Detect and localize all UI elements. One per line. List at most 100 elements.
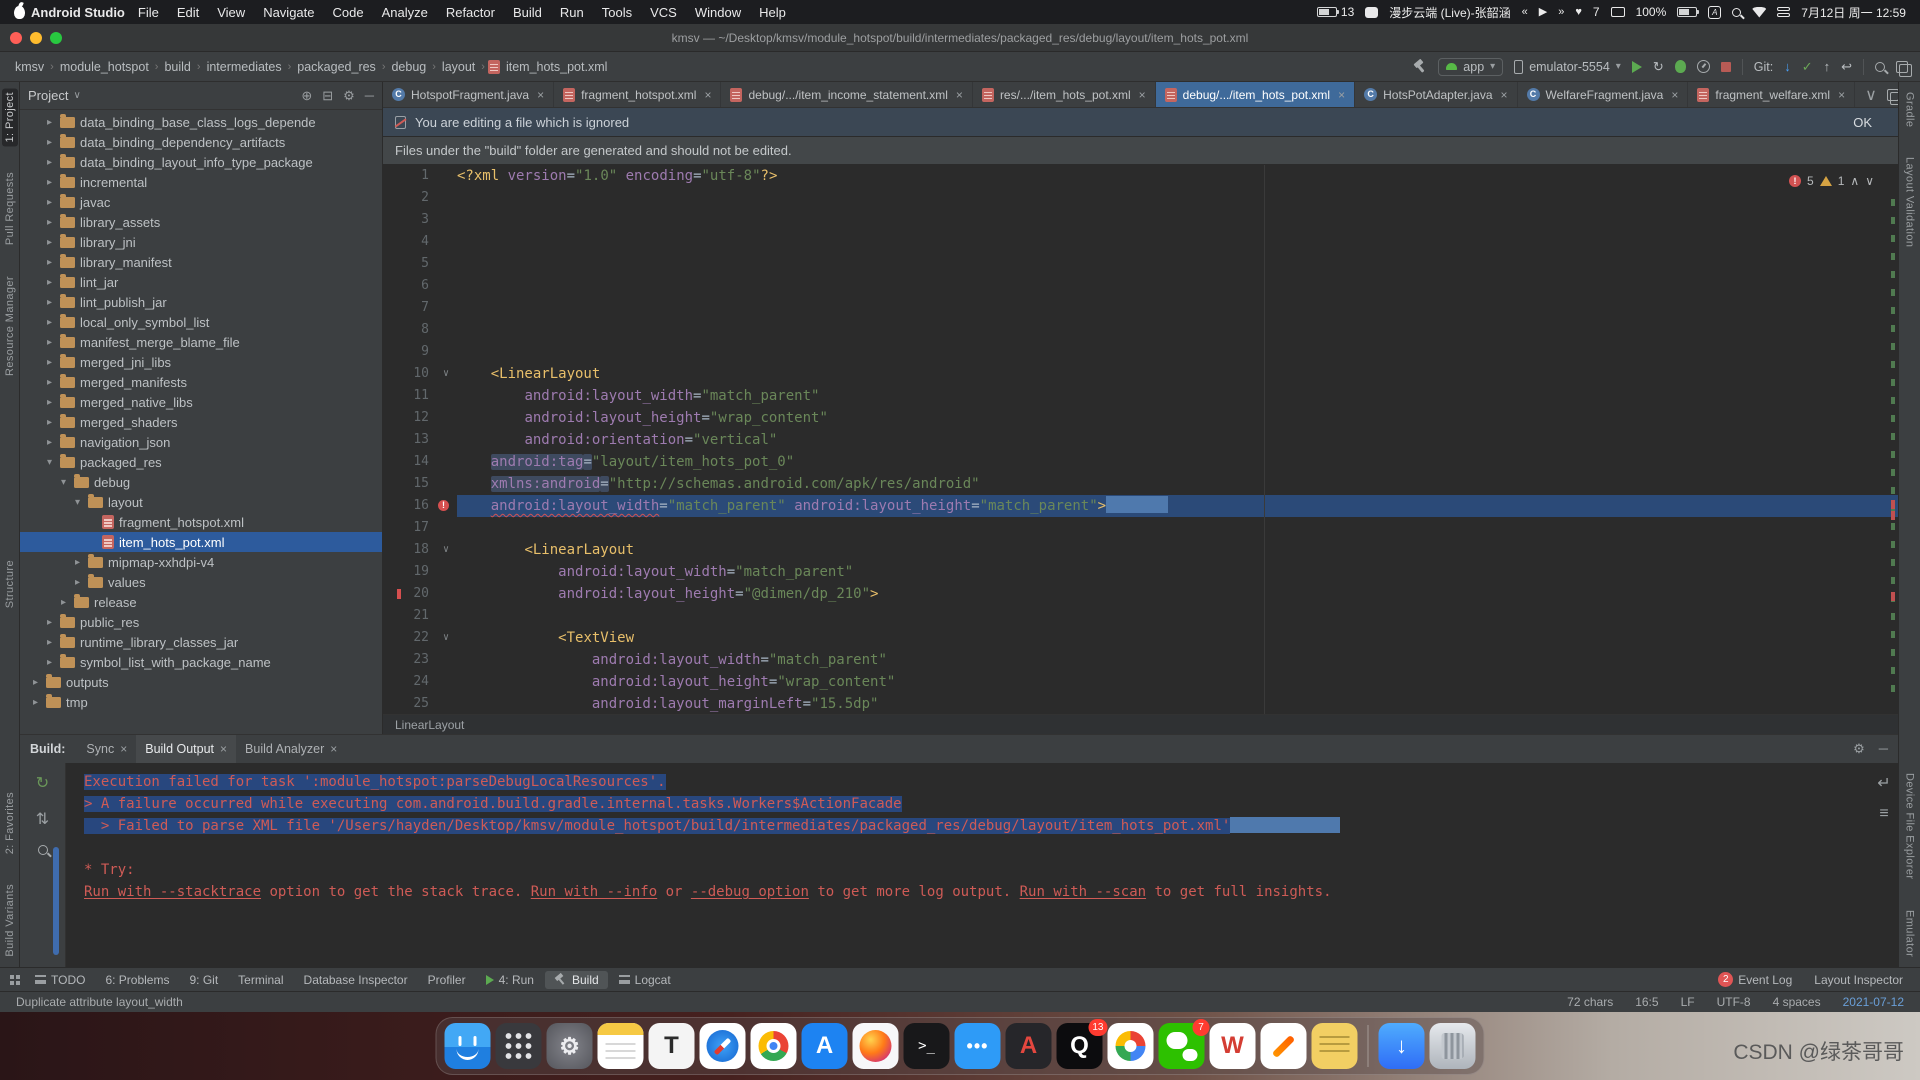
menu-item-navigate[interactable]: Navigate [254, 5, 323, 20]
tree-item-outputs[interactable]: ▸outputs [20, 672, 382, 692]
status-text[interactable]: 7月12日 周一 12:59 [1801, 4, 1906, 21]
menu-app-name[interactable]: Android Studio [31, 5, 125, 20]
chevron-down-icon[interactable]: ∨ [1865, 85, 1877, 105]
tree-collapsed-arrow-icon[interactable]: ▸ [44, 417, 55, 428]
editor-tab-fragment_hotspot.xml[interactable]: fragment_hotspot.xml× [554, 82, 721, 107]
tree-item-packaged_res[interactable]: ▾packaged_res [20, 452, 382, 472]
status-text[interactable]: 7 [1593, 5, 1600, 19]
console-link[interactable]: Run with --info [531, 884, 657, 900]
tree-expanded-arrow-icon[interactable]: ▾ [72, 497, 83, 508]
tree-collapsed-arrow-icon[interactable]: ▸ [44, 377, 55, 388]
build-console[interactable]: Execution failed for task ':module_hotsp… [66, 763, 1870, 967]
status-widget-4-spaces[interactable]: 4 spaces [1773, 995, 1821, 1009]
tool-stripe-device-file-explorer[interactable]: Device File Explorer [1902, 769, 1918, 883]
tree-item-lint_publish_jar[interactable]: ▸lint_publish_jar [20, 292, 382, 312]
tree-collapsed-arrow-icon[interactable]: ▸ [44, 297, 55, 308]
dock-icon-downloads[interactable]: ↓ [1379, 1023, 1425, 1069]
gutter[interactable]: 5 [383, 253, 457, 275]
breadcrumb-item-module_hotspot[interactable]: module_hotspot [57, 59, 152, 75]
play[interactable]: ▶ [1539, 7, 1547, 18]
status-widget-UTF-8[interactable]: UTF-8 [1717, 995, 1751, 1009]
device-selector[interactable]: emulator-5554▾ [1514, 60, 1621, 74]
menu-item-refactor[interactable]: Refactor [437, 5, 504, 20]
tree-collapsed-arrow-icon[interactable]: ▸ [44, 337, 55, 348]
dock-icon-finder[interactable] [445, 1023, 491, 1069]
dock-icon-system-preferences[interactable]: ⚙ [547, 1023, 593, 1069]
dock-icon-notes[interactable] [598, 1023, 644, 1069]
menu-item-run[interactable]: Run [551, 5, 593, 20]
dock-icon-terminal[interactable]: >_ [904, 1023, 950, 1069]
status-widget-2021-07-12[interactable]: 2021-07-12 [1843, 995, 1904, 1009]
soft-wrap-icon[interactable]: ↵ [1877, 773, 1890, 793]
toolwindow-button-4-run[interactable]: 4: Run [477, 971, 543, 989]
gutter[interactable]: 16! [383, 495, 457, 517]
menu-item-tools[interactable]: Tools [593, 5, 641, 20]
gutter[interactable]: 8 [383, 319, 457, 341]
tree-collapsed-arrow-icon[interactable]: ▸ [44, 177, 55, 188]
error-icon[interactable]: ! [438, 500, 449, 511]
tree-collapsed-arrow-icon[interactable]: ▸ [44, 617, 55, 628]
profiler-icon[interactable] [1697, 60, 1710, 73]
tree-collapsed-arrow-icon[interactable]: ▸ [72, 557, 83, 568]
tree-item-debug[interactable]: ▾debug [20, 472, 382, 492]
gutter[interactable]: 2 [383, 187, 457, 209]
split-editor-icon[interactable] [1887, 89, 1898, 101]
git-rollback-icon[interactable]: ↩ [1841, 60, 1852, 73]
close-tab-icon[interactable]: × [1139, 88, 1146, 102]
next-track[interactable]: » [1558, 7, 1564, 18]
hide-panel-icon[interactable]: ─ [365, 88, 374, 104]
tool-stripe-layout-validation[interactable]: Layout Validation [1902, 153, 1918, 251]
gutter[interactable]: 19 [383, 561, 457, 583]
editor-tab-debug-...-item_income_statement.xml[interactable]: debug/.../item_income_statement.xml× [721, 82, 972, 107]
console-scrollbar[interactable] [53, 847, 59, 955]
build-hammer-icon[interactable] [1412, 59, 1427, 74]
control-center[interactable] [1777, 7, 1790, 17]
close-window-button[interactable] [10, 32, 22, 44]
tree-item-tmp[interactable]: ▸tmp [20, 692, 382, 712]
next-issue-icon[interactable]: ∨ [1865, 170, 1874, 192]
toolwindow-button-6-problems[interactable]: 6: Problems [96, 971, 178, 989]
tree-item-item_hots_pot.xml[interactable]: item_hots_pot.xml [20, 532, 382, 552]
collapse-all-icon[interactable]: ⊟ [322, 88, 333, 104]
tree-item-merged_shaders[interactable]: ▸merged_shaders [20, 412, 382, 432]
tool-stripe-structure[interactable]: Structure [2, 556, 18, 612]
gutter[interactable]: 20 [383, 583, 457, 605]
tree-item-manifest_merge_blame_file[interactable]: ▸manifest_merge_blame_file [20, 332, 382, 352]
tool-stripe-2-favorites[interactable]: 2: Favorites [2, 788, 18, 858]
tree-collapsed-arrow-icon[interactable]: ▸ [44, 197, 55, 208]
sort-icon[interactable]: ⇅ [36, 809, 49, 829]
banner-ok-button[interactable]: OK [1853, 115, 1886, 130]
status-widget-72-chars[interactable]: 72 chars [1567, 995, 1613, 1009]
gutter[interactable]: 15 [383, 473, 457, 495]
fold-arrow-icon[interactable]: ∨ [443, 539, 449, 561]
toolwindow-button-event-log[interactable]: 2Event Log [1709, 970, 1801, 989]
tool-stripe-1-project[interactable]: 1: Project [2, 88, 18, 146]
gutter[interactable]: 25 [383, 693, 457, 714]
dock-icon-firefox[interactable] [853, 1023, 899, 1069]
console-link[interactable]: Run with --stacktrace [84, 884, 261, 900]
tree-collapsed-arrow-icon[interactable]: ▸ [44, 237, 55, 248]
close-tab-icon[interactable]: × [1338, 88, 1345, 102]
toolwindow-button-terminal[interactable]: Terminal [229, 971, 292, 989]
editor-tab-debug-...-item_hots_pot.xml[interactable]: debug/.../item_hots_pot.xml× [1156, 82, 1355, 107]
dock-icon-app-store[interactable]: A [802, 1023, 848, 1069]
tree-collapsed-arrow-icon[interactable]: ▸ [44, 257, 55, 268]
tree-item-release[interactable]: ▸release [20, 592, 382, 612]
editor-tab-fragment_welfare.xml[interactable]: fragment_welfare.xml× [1688, 82, 1855, 107]
editor-tab-WelfareFragment.java[interactable]: CWelfareFragment.java× [1518, 82, 1689, 107]
toolwindow-button-build[interactable]: Build [545, 971, 608, 989]
tree-item-runtime_library_classes_jar[interactable]: ▸runtime_library_classes_jar [20, 632, 382, 652]
tree-item-public_res[interactable]: ▸public_res [20, 612, 382, 632]
screen-mirroring[interactable] [1611, 7, 1625, 17]
breadcrumb-item-debug[interactable]: debug [388, 59, 429, 75]
gutter[interactable]: 14 [383, 451, 457, 473]
toolwindow-button-profiler[interactable]: Profiler [419, 971, 475, 989]
tree-collapsed-arrow-icon[interactable]: ▸ [44, 117, 55, 128]
breadcrumb-item-build[interactable]: build [161, 59, 193, 75]
editor-tab-HotsPotAdapter.java[interactable]: CHotsPotAdapter.java× [1355, 82, 1517, 107]
gutter[interactable]: 12 [383, 407, 457, 429]
toolwindow-button-todo[interactable]: TODO [26, 971, 94, 989]
tool-stripe-build-variants[interactable]: Build Variants [2, 880, 18, 961]
breadcrumb-item-kmsv[interactable]: kmsv [12, 59, 47, 75]
tree-item-fragment_hotspot.xml[interactable]: fragment_hotspot.xml [20, 512, 382, 532]
